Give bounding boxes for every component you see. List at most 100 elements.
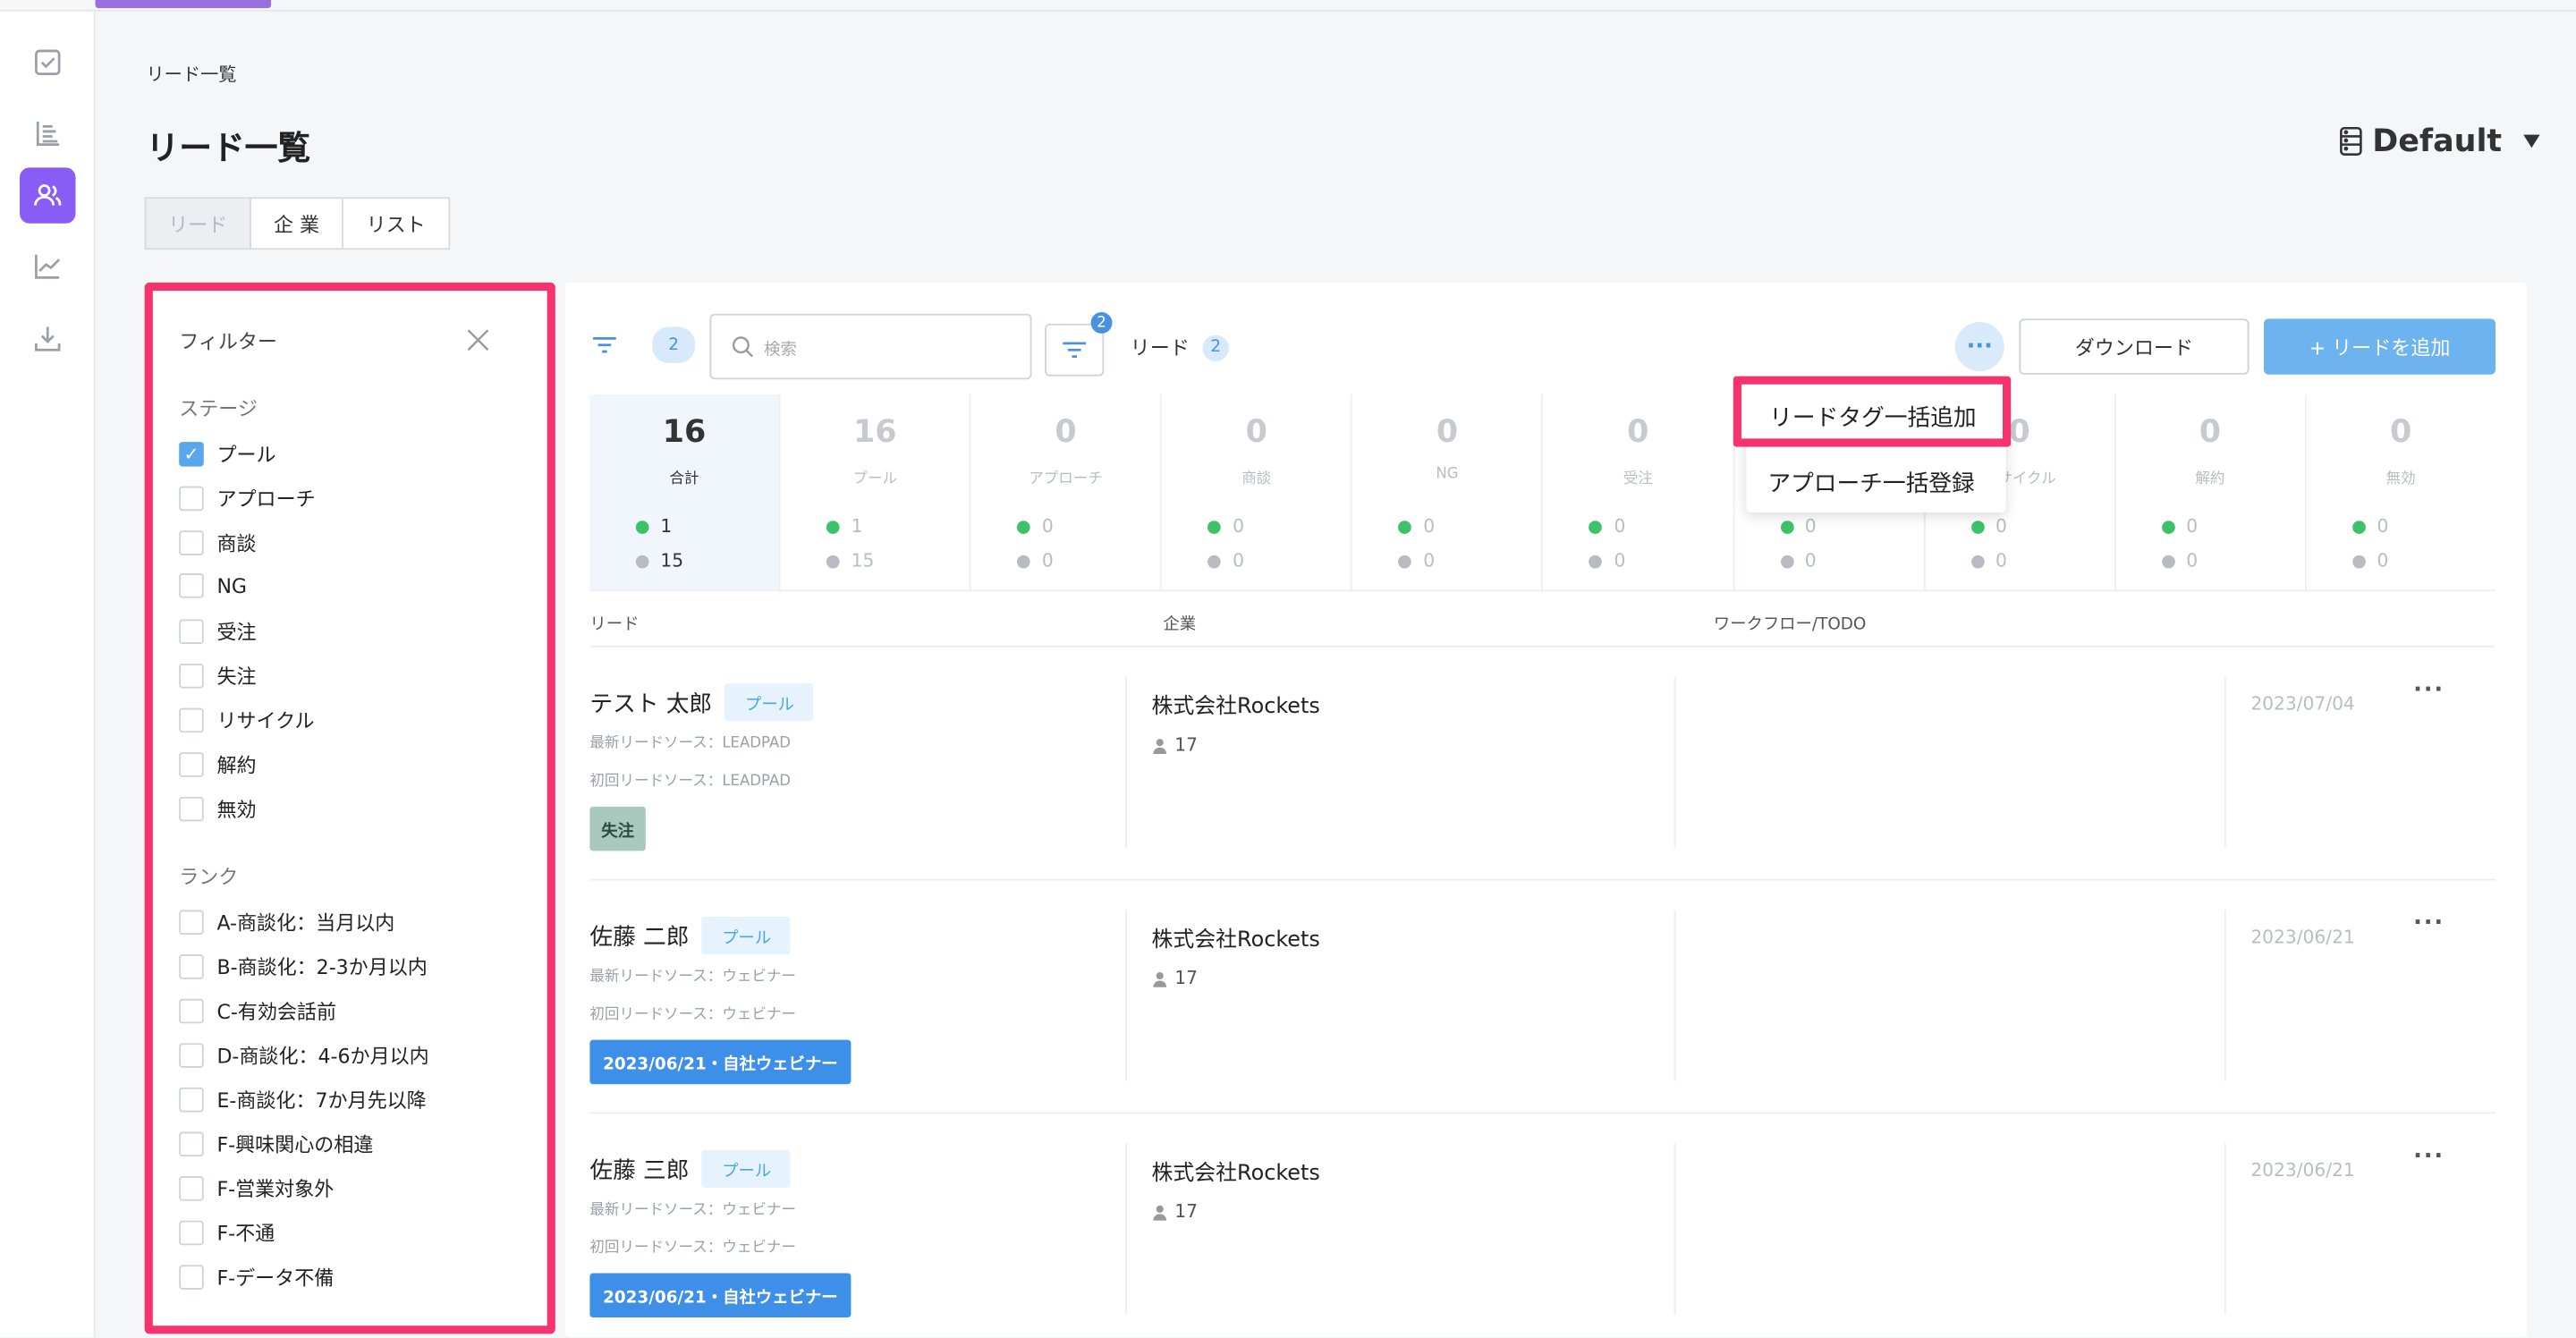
stage-checkbox[interactable] bbox=[179, 530, 204, 555]
download-nav-icon[interactable] bbox=[20, 310, 75, 366]
page-title: リード一覧 bbox=[146, 128, 311, 168]
pipeline-nav-icon[interactable] bbox=[20, 106, 75, 161]
advanced-filter-button[interactable]: 2 bbox=[1045, 311, 1113, 377]
stage-green-value: 1 bbox=[851, 515, 863, 538]
stage-checkbox-row[interactable]: アプローチ bbox=[179, 485, 316, 512]
table-row[interactable]: テスト 太郎 プール 最新リードソース：LEADPAD 初回リードソース：LEADPA… bbox=[589, 648, 2496, 881]
row-more-button[interactable]: ··· bbox=[2413, 677, 2445, 703]
close-icon[interactable] bbox=[462, 324, 495, 357]
stage-count: 0 bbox=[2390, 413, 2412, 451]
table-row[interactable]: 佐藤 二郎 プール 最新リードソース：ウェビナー 初回リードソース：ウェビナー 2023… bbox=[589, 880, 2496, 1114]
rank-checkbox[interactable] bbox=[179, 1176, 204, 1201]
table-row[interactable]: 佐藤 三郎 プール 最新リードソース：ウェビナー 初回リードソース：ウェビナー 2023… bbox=[589, 1114, 2496, 1337]
rank-checkbox-row[interactable]: F-データ不備 bbox=[179, 1263, 334, 1291]
stage-checkbox[interactable] bbox=[179, 707, 204, 733]
rank-checkbox-row[interactable]: C-有効会話前 bbox=[179, 997, 336, 1025]
company-name[interactable]: 株式会社Rockets bbox=[1152, 1155, 1320, 1187]
rank-checkbox[interactable] bbox=[179, 998, 204, 1024]
stage-checkbox-row[interactable]: 無効 bbox=[179, 795, 257, 823]
stage-summary-item[interactable]: 0 NG 0 0 bbox=[1352, 394, 1544, 590]
stage-label: アプローチ bbox=[1029, 471, 1103, 488]
add-lead-button[interactable]: + リードを追加 bbox=[2264, 318, 2496, 375]
rank-checkbox[interactable] bbox=[179, 910, 204, 936]
rank-checkbox[interactable] bbox=[179, 1087, 204, 1113]
stage-label: 解約 bbox=[2195, 471, 2225, 488]
stage-summary-item[interactable]: 0 無効 0 0 bbox=[2306, 394, 2495, 590]
stage-summary-item[interactable]: 16 プール 1 15 bbox=[781, 394, 971, 590]
lead-name[interactable]: テスト 太郎 bbox=[589, 686, 712, 719]
menu-item-bulk-tag[interactable]: リードタグ一括追加 bbox=[1733, 376, 2012, 447]
stage-checkbox-row[interactable]: 解約 bbox=[179, 750, 257, 778]
rank-checkbox-row[interactable]: B-商談化：2-3か月以内 bbox=[179, 953, 428, 980]
stage-summary-item[interactable]: 0 受注 0 0 bbox=[1544, 394, 1734, 590]
stage-checkbox[interactable] bbox=[179, 573, 204, 598]
stage-checkbox[interactable] bbox=[179, 619, 204, 645]
lead-name-cell: テスト 太郎 プール bbox=[589, 683, 815, 722]
rank-checkbox-row[interactable]: F-営業対象外 bbox=[179, 1174, 334, 1202]
stage-checkbox-row[interactable]: ✓ プール bbox=[179, 440, 276, 468]
rank-checkbox[interactable] bbox=[179, 1131, 204, 1157]
rank-section-heading: ランク bbox=[179, 865, 239, 889]
stage-checkbox-row[interactable]: リサイクル bbox=[179, 707, 315, 734]
tab-companies[interactable]: 企 業 bbox=[251, 199, 343, 249]
rank-checkbox[interactable] bbox=[179, 1220, 204, 1246]
stage-summary-item[interactable]: 0 商談 0 0 bbox=[1162, 394, 1353, 590]
stage-summary-item[interactable]: 0 アプローチ 0 0 bbox=[971, 394, 1163, 590]
row-more-button[interactable]: ··· bbox=[2413, 1143, 2445, 1169]
stage-checkbox[interactable] bbox=[179, 796, 204, 822]
stage-count: 0 bbox=[1627, 413, 1649, 451]
rank-checkbox-row[interactable]: E-商談化：7か月先以降 bbox=[179, 1086, 427, 1114]
people-count: 17 bbox=[1174, 1200, 1198, 1223]
leads-nav-icon[interactable] bbox=[20, 167, 76, 224]
rank-checkbox-row[interactable]: F-興味関心の相違 bbox=[179, 1131, 373, 1158]
todo-nav-icon[interactable] bbox=[20, 35, 75, 90]
stage-checkbox[interactable] bbox=[179, 752, 204, 777]
stage-checkbox-row[interactable]: 商談 bbox=[179, 529, 257, 556]
first-source: 初回リードソース：ウェビナー bbox=[589, 1006, 797, 1024]
latest-source: 最新リードソース：LEADPAD bbox=[589, 735, 791, 753]
stage-checkbox-label: NG bbox=[216, 573, 248, 597]
stage-count: 0 bbox=[2199, 413, 2222, 451]
view-selector[interactable]: Default bbox=[2340, 123, 2542, 159]
stage-summary-item[interactable]: 0 解約 0 0 bbox=[2115, 394, 2307, 590]
stage-inactive-count: 0 bbox=[1017, 550, 1054, 572]
stage-green-value: 0 bbox=[1423, 515, 1436, 538]
stage-checkbox-row[interactable]: NG bbox=[179, 573, 247, 598]
tab-lists[interactable]: リスト bbox=[343, 199, 449, 248]
stage-checkbox-row[interactable]: 失注 bbox=[179, 662, 257, 690]
column-divider bbox=[2224, 1143, 2226, 1315]
row-more-button[interactable]: ··· bbox=[2413, 910, 2445, 936]
company-name[interactable]: 株式会社Rockets bbox=[1152, 689, 1320, 720]
lead-name[interactable]: 佐藤 二郎 bbox=[589, 919, 689, 953]
stage-inactive-count: 0 bbox=[1208, 550, 1244, 572]
rank-checkbox-label: C-有効会話前 bbox=[216, 1000, 337, 1024]
active-dot-icon bbox=[1780, 520, 1793, 534]
stage-inactive-count: 0 bbox=[1589, 550, 1625, 572]
rank-checkbox[interactable] bbox=[179, 1265, 204, 1290]
rank-checkbox-row[interactable]: F-不通 bbox=[179, 1219, 275, 1247]
lead-tag: 失注 bbox=[589, 806, 646, 851]
active-dot-icon bbox=[1208, 520, 1222, 534]
search-input[interactable]: 検索 bbox=[709, 313, 1032, 380]
breadcrumb[interactable]: リード一覧 bbox=[146, 61, 236, 87]
stage-active-count: 0 bbox=[1970, 516, 2007, 538]
lead-name[interactable]: 佐藤 三郎 bbox=[589, 1152, 689, 1185]
stage-green-value: 0 bbox=[1041, 515, 1054, 538]
company-name[interactable]: 株式会社Rockets bbox=[1152, 921, 1320, 953]
menu-item-bulk-approach[interactable]: アプローチ一括登録 bbox=[1746, 467, 2005, 500]
rank-checkbox-row[interactable]: D-商談化：4-6か月以内 bbox=[179, 1041, 429, 1069]
analytics-nav-icon[interactable] bbox=[20, 238, 75, 293]
filter-icon[interactable] bbox=[589, 328, 622, 361]
rank-checkbox-row[interactable]: A-商談化：当月以内 bbox=[179, 909, 394, 936]
stage-checkbox[interactable] bbox=[179, 486, 204, 512]
rank-checkbox[interactable] bbox=[179, 1043, 204, 1068]
download-button[interactable]: ダウンロード bbox=[2019, 318, 2250, 375]
lead-name-cell: 佐藤 三郎 プール bbox=[589, 1149, 792, 1188]
stage-checkbox[interactable]: ✓ bbox=[179, 442, 204, 467]
stage-summary-item[interactable]: 16 合計 1 15 bbox=[589, 394, 781, 590]
tab-leads[interactable]: リード bbox=[146, 199, 252, 249]
more-actions-button[interactable]: ··· bbox=[1954, 322, 2004, 372]
stage-checkbox[interactable] bbox=[179, 664, 204, 689]
stage-checkbox-row[interactable]: 受注 bbox=[179, 618, 257, 646]
rank-checkbox[interactable] bbox=[179, 954, 204, 979]
